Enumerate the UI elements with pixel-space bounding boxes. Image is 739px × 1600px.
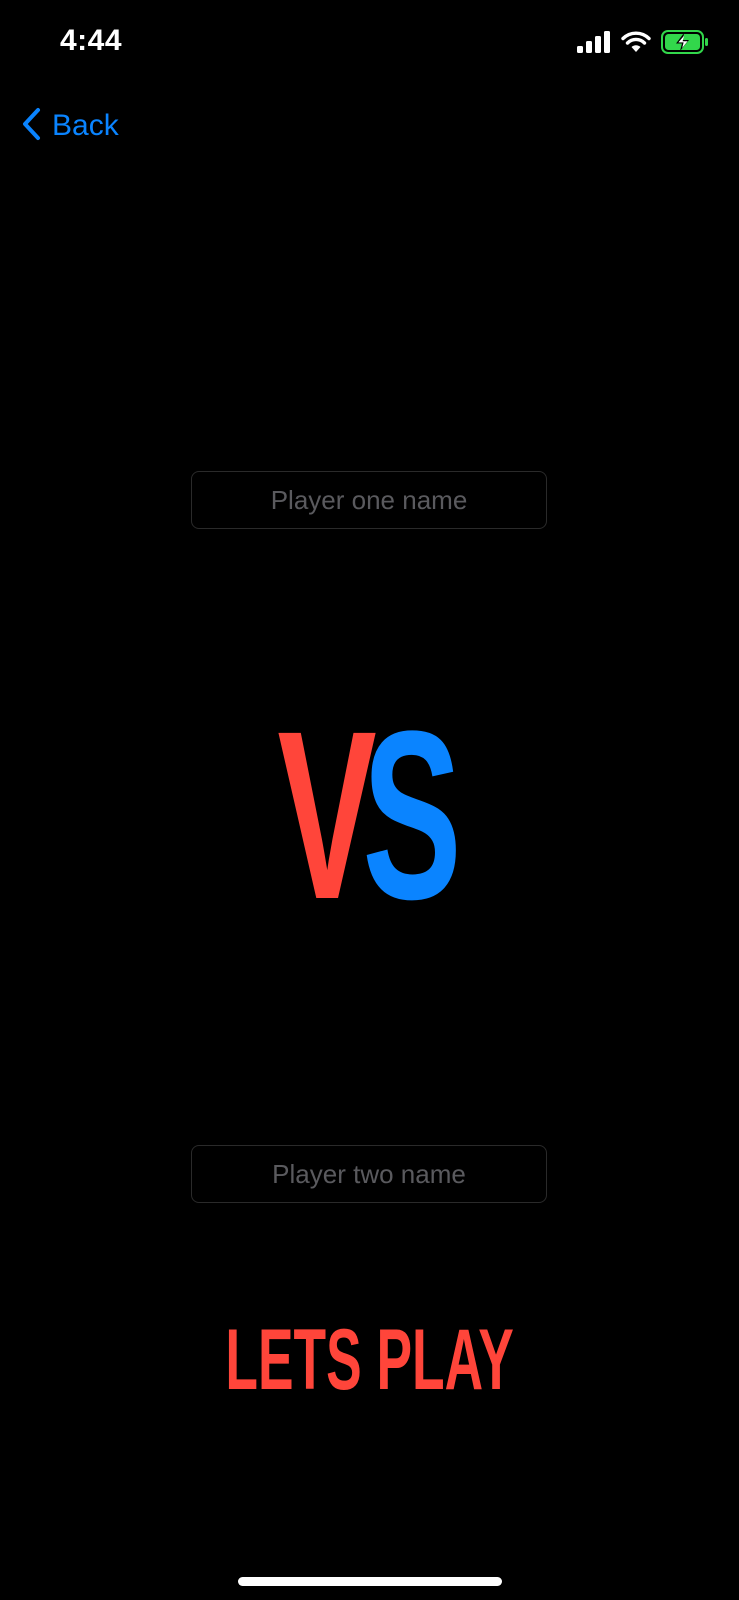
home-indicator[interactable] — [238, 1577, 502, 1586]
vs-letter-s: S — [361, 681, 462, 949]
lets-play-button[interactable]: LETS PLAY — [0, 1310, 739, 1410]
battery-charging-icon — [661, 29, 709, 59]
status-bar: 4:44 — [0, 0, 739, 90]
player-one-name-input[interactable] — [191, 471, 547, 529]
vs-title: V S — [0, 680, 739, 950]
status-icons — [577, 29, 709, 59]
back-label: Back — [52, 109, 119, 142]
lets-play-label: LETS PLAY — [225, 1312, 514, 1408]
back-button[interactable]: Back — [20, 104, 119, 148]
chevron-left-icon — [20, 107, 42, 146]
wifi-icon — [621, 31, 651, 58]
status-time: 4:44 — [60, 24, 123, 57]
cellular-signal-icon — [577, 30, 611, 58]
player-two-name-input[interactable] — [191, 1145, 547, 1203]
